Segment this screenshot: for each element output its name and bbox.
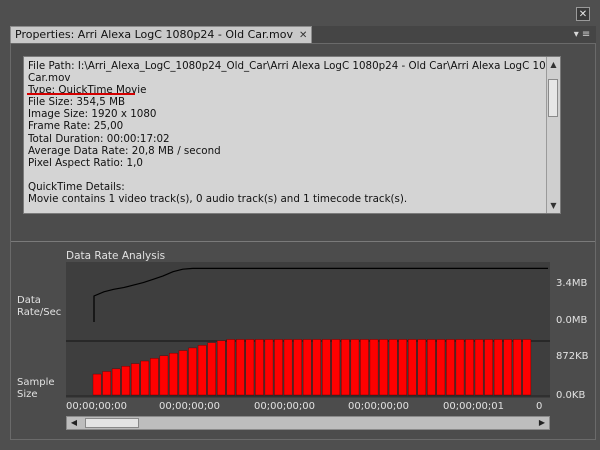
type-highlight-underline bbox=[27, 93, 135, 95]
property-line: Movie contains 1 video track(s), 0 audio… bbox=[28, 193, 408, 206]
tab-close-icon[interactable]: ✕ bbox=[299, 30, 307, 41]
time-tick-label: 00;00;00;00 bbox=[254, 401, 316, 412]
scroll-up-icon[interactable]: ▲ bbox=[547, 58, 560, 71]
sample-size-bar bbox=[264, 339, 274, 396]
panel-tab-bar: Properties: Arri Alexa LogC 1080p24 - Ol… bbox=[10, 26, 596, 43]
time-tick-label: 00;00;00;01 bbox=[443, 401, 505, 412]
sample-size-bar bbox=[255, 339, 264, 396]
property-line: Pixel Aspect Ratio: 1,0 bbox=[28, 156, 143, 169]
data-rate-axis-label: Data Rate/Sec bbox=[17, 295, 61, 319]
horizontal-scrollbar[interactable]: ◀ ▶ bbox=[66, 416, 550, 430]
property-line: File Path: I:\Arri_Alexa_LogC_1080p24_Ol… bbox=[28, 60, 546, 72]
properties-text-area[interactable]: File Path: I:\Arri_Alexa_LogC_1080p24_Ol… bbox=[23, 56, 561, 214]
data-rate-label-line: Data bbox=[17, 295, 41, 306]
vertical-scrollbar[interactable]: ▲ ▼ bbox=[546, 57, 560, 213]
sample-size-bar bbox=[236, 339, 245, 396]
sample-size-bar bbox=[178, 350, 188, 396]
sample-size-bar bbox=[322, 339, 331, 396]
property-line: File Size: 354,5 MB bbox=[28, 96, 126, 109]
sample-size-bar bbox=[417, 339, 427, 396]
sample-size-axis-label: Sample Size bbox=[17, 377, 55, 401]
sample-size-bar bbox=[159, 355, 169, 396]
sample-size-bar bbox=[369, 339, 379, 396]
sample-size-bar bbox=[446, 339, 455, 396]
scroll-right-icon[interactable]: ▶ bbox=[535, 417, 549, 429]
scroll-left-icon[interactable]: ◀ bbox=[67, 417, 81, 429]
sample-size-bar bbox=[398, 339, 407, 396]
time-tick-label: 00;00;00;00 bbox=[159, 401, 221, 412]
sample-size-bar bbox=[197, 345, 207, 396]
data-rate-plot bbox=[66, 262, 550, 398]
data-rate-max-label: 3.4MB bbox=[556, 278, 588, 289]
sample-size-bar bbox=[150, 358, 159, 396]
sample-size-bar bbox=[407, 339, 417, 396]
sample-size-bar bbox=[455, 339, 465, 396]
property-line: Total Duration: 00:00:17:02 bbox=[28, 132, 170, 145]
sample-size-bar bbox=[522, 339, 532, 396]
sample-size-bar bbox=[427, 339, 436, 396]
sample-size-bar bbox=[312, 339, 321, 396]
sample-size-bar bbox=[102, 371, 111, 396]
sample-size-bar bbox=[130, 363, 140, 396]
panel-menu-icon[interactable]: ▾ ≡ bbox=[570, 28, 594, 41]
sample-size-bar bbox=[302, 339, 312, 396]
property-line: Car.mov bbox=[28, 72, 71, 85]
tab-properties[interactable]: Properties: Arri Alexa LogC 1080p24 - Ol… bbox=[10, 26, 313, 43]
sample-size-bar bbox=[331, 339, 341, 396]
scroll-down-icon[interactable]: ▼ bbox=[547, 199, 560, 212]
sample-size-bar bbox=[188, 347, 197, 396]
sample-size-bar bbox=[350, 339, 360, 396]
sample-size-bar bbox=[169, 352, 178, 396]
sample-size-bar bbox=[513, 339, 522, 396]
sample-size-bar bbox=[379, 339, 388, 396]
sample-size-bar bbox=[226, 339, 236, 396]
sample-size-bar bbox=[216, 340, 226, 396]
data-rate-label-line: Rate/Sec bbox=[17, 307, 62, 318]
data-rate-analysis-title: Data Rate Analysis bbox=[66, 250, 166, 262]
sample-size-bar bbox=[274, 339, 283, 396]
scroll-thumb[interactable] bbox=[548, 79, 558, 117]
tab-title: Properties: Arri Alexa LogC 1080p24 - Ol… bbox=[15, 28, 293, 41]
sample-size-bar bbox=[360, 339, 369, 396]
timeline-scroll-thumb[interactable] bbox=[85, 418, 139, 428]
property-line: Frame Rate: 25,00 bbox=[28, 120, 124, 133]
properties-text: File Path: I:\Arri_Alexa_LogC_1080p24_Ol… bbox=[28, 60, 546, 205]
window-close-icon[interactable]: ✕ bbox=[576, 7, 590, 21]
sample-size-bar bbox=[245, 339, 255, 396]
sample-size-label-line: Sample bbox=[17, 377, 55, 388]
sample-size-bar bbox=[474, 339, 484, 396]
data-rate-line bbox=[93, 267, 548, 322]
time-tick-label: 00;00;00;00 bbox=[66, 401, 128, 412]
sample-size-bar bbox=[207, 342, 216, 396]
sample-size-bar bbox=[341, 339, 350, 396]
time-tick-label: 0 bbox=[536, 401, 543, 412]
sample-size-bar bbox=[436, 339, 446, 396]
sample-size-bar bbox=[493, 339, 503, 396]
sample-max-label: 872KB bbox=[556, 351, 589, 362]
sample-size-bar bbox=[293, 339, 302, 396]
property-line: QuickTime Details: bbox=[28, 180, 125, 193]
sample-min-label: 0.0KB bbox=[556, 390, 586, 401]
sample-size-bar bbox=[388, 339, 398, 396]
sample-size-bar bbox=[484, 339, 493, 396]
property-line: Average Data Rate: 20,8 MB / second bbox=[28, 144, 221, 157]
sample-size-label-line: Size bbox=[17, 389, 38, 400]
sample-size-bar bbox=[111, 368, 121, 396]
section-divider bbox=[11, 241, 595, 242]
sample-size-bar bbox=[121, 366, 131, 396]
sample-size-bar bbox=[92, 373, 102, 396]
sample-size-bar bbox=[140, 360, 150, 396]
sample-size-bar bbox=[465, 339, 474, 396]
property-line: Image Size: 1920 x 1080 bbox=[28, 108, 157, 121]
data-rate-chart bbox=[66, 267, 550, 397]
sample-size-bar bbox=[283, 339, 293, 396]
property-line bbox=[28, 169, 546, 181]
data-rate-min-label: 0.0MB bbox=[556, 315, 588, 326]
sample-size-bar bbox=[503, 339, 512, 396]
time-tick-label: 00;00;00;00 bbox=[348, 401, 410, 412]
